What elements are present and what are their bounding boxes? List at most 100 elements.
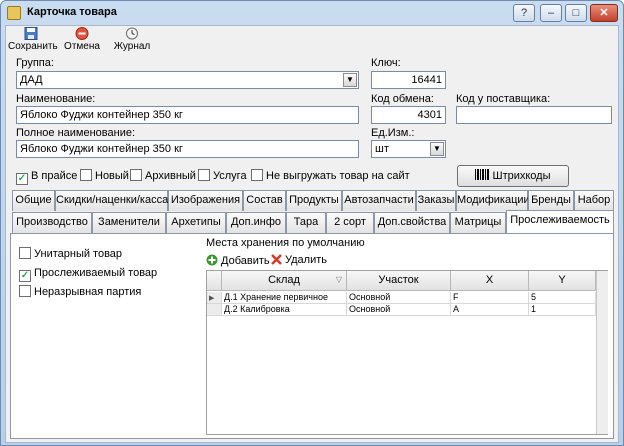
window-title: Карточка товара — [27, 6, 117, 18]
save-label: Сохранить — [8, 41, 58, 52]
title-bar[interactable]: Карточка товара ? – □ ✕ — [1, 1, 623, 25]
table-cell[interactable]: Основной — [347, 304, 451, 316]
traceable-label: Прослеживаемый товар — [34, 267, 158, 279]
table-cell[interactable]: F — [451, 292, 529, 304]
table-cell[interactable]: Д.2 Калибровка — [222, 304, 347, 316]
chevron-down-icon[interactable]: ▼ — [343, 73, 357, 87]
group-value: ДАД — [20, 74, 43, 86]
delete-storage-button[interactable]: Удалить — [271, 254, 327, 266]
column-header-section[interactable]: Участок — [347, 271, 451, 291]
tab-matrices[interactable]: Матрицы — [450, 212, 506, 233]
delete-x-icon — [271, 254, 282, 265]
cancel-label: Отмена — [64, 41, 100, 52]
tab-products[interactable]: Продукты — [286, 190, 342, 211]
checkbox-box[interactable] — [19, 285, 31, 297]
unitary-checkbox[interactable]: Унитарный товар — [19, 247, 122, 263]
in-price-label: В прайсе — [31, 170, 78, 182]
in-price-checkbox[interactable]: ✓ В прайсе — [16, 169, 77, 185]
column-header-warehouse[interactable]: Склад ▽ — [222, 271, 347, 291]
storage-title: Места хранения по умолчанию — [206, 237, 365, 249]
table-cell[interactable]: 5 — [529, 292, 596, 304]
tab-auto-parts[interactable]: Автозапчасти — [342, 190, 416, 211]
maximize-button[interactable]: □ — [565, 4, 587, 22]
full-name-label: Полное наименование: — [16, 127, 136, 139]
tab-second-grade[interactable]: 2 сорт — [326, 212, 374, 233]
supplier-code-label: Код у поставщика: — [456, 93, 551, 105]
service-checkbox[interactable]: Услуга — [198, 169, 247, 185]
group-label: Группа: — [16, 57, 54, 69]
journal-button[interactable]: Журнал — [110, 27, 154, 52]
key-label: Ключ: — [371, 57, 401, 69]
app-icon — [7, 6, 21, 20]
table-cell[interactable]: A — [451, 304, 529, 316]
indivisible-batch-label: Неразрывная партия — [34, 286, 142, 298]
checkbox-box[interactable]: ✓ — [16, 173, 28, 185]
help-button[interactable]: ? — [513, 4, 535, 22]
checkbox-box[interactable] — [19, 247, 31, 259]
checkbox-box[interactable]: ✓ — [19, 270, 31, 282]
traceable-checkbox[interactable]: ✓ Прослеживаемый товар — [19, 266, 157, 282]
tab-tare[interactable]: Тара — [286, 212, 326, 233]
full-name-field[interactable]: Яблоко Фуджи контейнер 350 кг — [16, 140, 359, 158]
chevron-down-icon[interactable]: ▼ — [430, 142, 444, 156]
unitary-label: Унитарный товар — [34, 248, 123, 260]
tab-composition[interactable]: Состав — [243, 190, 286, 211]
client-area: Сохранить Отмена Журнал Группа: ДАД ▼ Кл… — [5, 25, 619, 443]
checkbox-box[interactable] — [198, 169, 210, 181]
tab-archetypes[interactable]: Архетипы — [166, 212, 226, 233]
barcode-icon — [475, 169, 490, 180]
new-checkbox[interactable]: Новый — [80, 169, 129, 185]
archive-label: Архивный — [145, 170, 196, 182]
group-combo[interactable]: ДАД ▼ — [16, 71, 359, 89]
column-label: Склад — [268, 274, 300, 286]
table-cell[interactable]: 1 — [529, 304, 596, 316]
checkbox-box[interactable] — [80, 169, 92, 181]
barcodes-button[interactable]: Штрихкоды — [457, 165, 569, 187]
tab-images[interactable]: Изображения — [168, 190, 243, 211]
tab-brands[interactable]: Бренды — [528, 190, 574, 211]
traceability-panel: Унитарный товар ✓ Прослеживаемый товар Не… — [10, 233, 614, 439]
cancel-icon — [75, 27, 89, 40]
name-field[interactable]: Яблоко Фуджи контейнер 350 кг — [16, 106, 359, 124]
save-button[interactable]: Сохранить — [8, 27, 58, 52]
storage-grid[interactable]: Склад ▽ Участок X Y ▶ Д.1 Хранение первич… — [206, 270, 608, 435]
new-label: Новый — [95, 170, 129, 182]
checkbox-box[interactable] — [130, 169, 142, 181]
tab-extra-props[interactable]: Доп.свойства — [374, 212, 450, 233]
table-cell[interactable]: Д.1 Хранение первичное — [222, 292, 347, 304]
tab-production[interactable]: Производство — [12, 212, 92, 233]
no-export-checkbox[interactable]: Не выгружать товар на сайт — [251, 169, 410, 185]
tab-general[interactable]: Общие — [12, 190, 55, 211]
filter-icon[interactable]: ▽ — [336, 271, 342, 289]
unit-combo[interactable]: шт ▼ — [371, 140, 446, 158]
plus-circle-icon — [206, 254, 218, 266]
row-selector[interactable] — [207, 304, 222, 316]
row-header-corner — [207, 271, 222, 291]
cancel-button[interactable]: Отмена — [62, 27, 102, 52]
key-field[interactable]: 16441 — [371, 71, 446, 89]
indivisible-batch-checkbox[interactable]: Неразрывная партия — [19, 285, 141, 301]
clock-icon — [126, 27, 138, 40]
supplier-code-field[interactable] — [456, 106, 612, 124]
column-header-y[interactable]: Y — [529, 271, 596, 291]
column-header-x[interactable]: X — [451, 271, 529, 291]
table-cell[interactable]: Основной — [347, 292, 451, 304]
add-storage-button[interactable]: Добавить — [206, 254, 270, 267]
tab-set[interactable]: Набор — [574, 190, 614, 211]
product-card-window: Карточка товара ? – □ ✕ Сохранить Отмена… — [0, 0, 624, 446]
tab-discounts[interactable]: Скидки/наценки/касса — [55, 190, 168, 211]
row-selector[interactable]: ▶ — [207, 292, 222, 304]
vertical-scrollbar[interactable] — [596, 271, 608, 434]
tab-extra-info[interactable]: Доп.инфо — [226, 212, 286, 233]
exchange-code-field[interactable]: 4301 — [371, 106, 446, 124]
tab-modifications[interactable]: Модификации — [456, 190, 530, 211]
tab-traceability[interactable]: Прослеживаемость — [506, 210, 614, 233]
archive-checkbox[interactable]: Архивный — [130, 169, 196, 185]
tab-substitutes[interactable]: Заменители — [92, 212, 166, 233]
tab-orders[interactable]: Заказы — [416, 190, 456, 211]
delete-label: Удалить — [285, 254, 327, 266]
journal-label: Журнал — [113, 41, 151, 52]
close-button[interactable]: ✕ — [590, 4, 618, 22]
minimize-button[interactable]: – — [540, 4, 562, 22]
checkbox-box[interactable] — [251, 169, 263, 181]
